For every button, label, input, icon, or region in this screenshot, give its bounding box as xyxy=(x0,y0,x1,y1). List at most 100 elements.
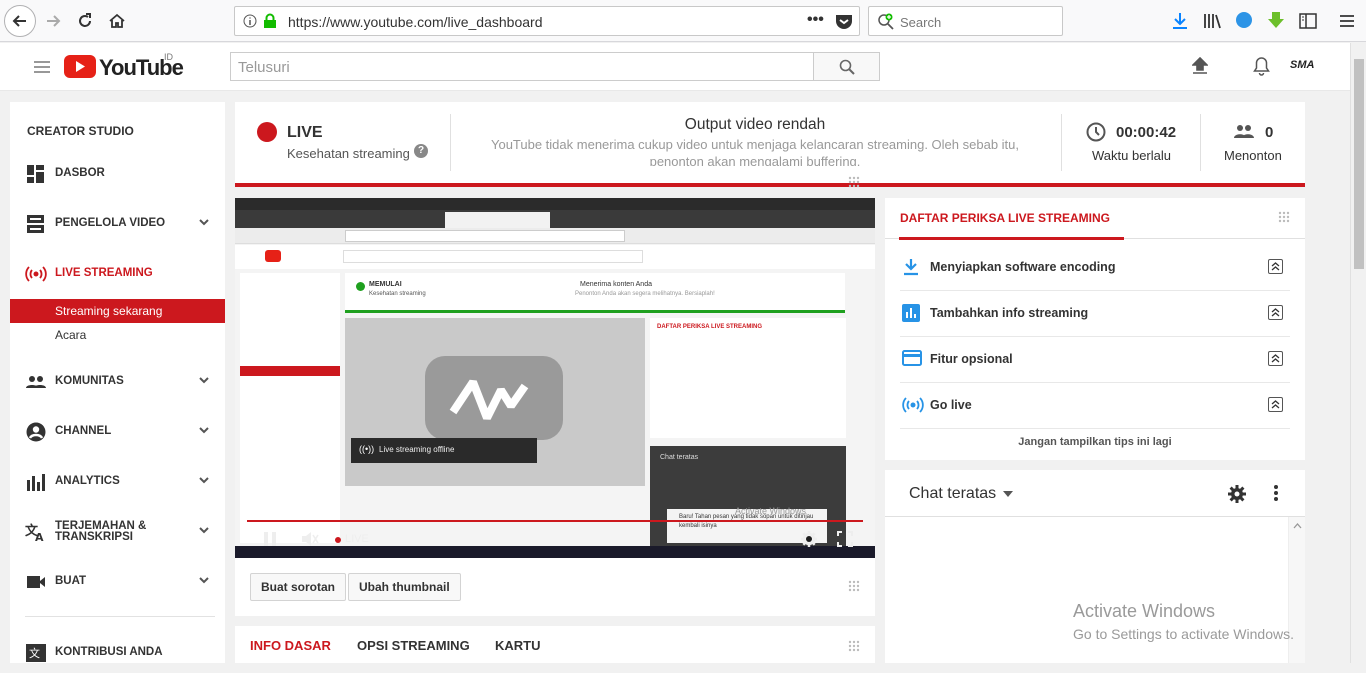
tab-info-dasar[interactable]: INFO DASAR xyxy=(250,638,331,653)
live-indicator xyxy=(257,122,277,142)
hide-tips-link[interactable]: Jangan tampilkan tips ini lagi xyxy=(885,436,1305,448)
expand-toggle-icon[interactable] xyxy=(1268,351,1283,366)
drag-handle-icon[interactable] xyxy=(848,640,860,652)
change-thumbnail-button[interactable]: Ubah thumbnail xyxy=(348,573,461,601)
sidebar-toggle-icon[interactable] xyxy=(1299,12,1317,30)
chevron-down-icon[interactable] xyxy=(198,524,210,536)
inner-chat-title: Chat teratas xyxy=(660,454,699,461)
analytics-icon xyxy=(27,474,45,491)
yt-search-input[interactable]: Telusuri xyxy=(230,52,814,81)
video-preview-player[interactable]: MEMULAI Kesehatan streaming Menerima kon… xyxy=(235,198,875,558)
sidebar-subitem-events[interactable]: Acara xyxy=(10,323,225,347)
menu-icon[interactable] xyxy=(1339,13,1355,29)
extension-icon[interactable] xyxy=(1236,12,1252,28)
drag-handle-icon[interactable] xyxy=(848,176,860,188)
hamburger-icon[interactable] xyxy=(34,60,50,74)
page-actions-icon[interactable]: ••• xyxy=(807,11,824,29)
chevron-down-icon[interactable] xyxy=(198,424,210,436)
sidebar-item-label: TERJEMAHAN & TRANSKRIPSI xyxy=(55,520,147,543)
inner-checklist-title: DAFTAR PERIKSA LIVE STREAMING xyxy=(657,324,763,330)
checklist-item-optional-features[interactable]: Fitur opsional xyxy=(900,337,1290,383)
pause-icon[interactable] xyxy=(263,531,277,547)
inner-health-label: Kesehatan streaming xyxy=(369,291,426,297)
drag-handle-icon[interactable] xyxy=(848,580,860,592)
upload-icon[interactable] xyxy=(1192,57,1208,75)
checklist-item-stream-info[interactable]: Tambahkan info streaming xyxy=(900,291,1290,337)
checklist-item-go-live[interactable]: Go live xyxy=(900,383,1290,429)
tab-kartu[interactable]: KARTU xyxy=(495,638,541,653)
chevron-down-icon[interactable] xyxy=(198,574,210,586)
browser-search-bar[interactable]: Search xyxy=(868,6,1063,36)
expand-toggle-icon[interactable] xyxy=(1268,259,1283,274)
home-button[interactable] xyxy=(101,5,133,37)
inner-output-title: Menerima konten Anda xyxy=(580,281,652,288)
sidebar-item-channel[interactable]: CHANNEL xyxy=(10,412,225,452)
checklist-item-label: Fitur opsional xyxy=(930,352,1013,366)
more-vert-icon[interactable] xyxy=(1273,484,1279,502)
yt-search-button[interactable] xyxy=(813,52,880,81)
sidebar-item-terjemahan[interactable]: 文A TERJEMAHAN & TRANSKRIPSI xyxy=(10,512,225,552)
sidebar-item-live-streaming[interactable]: LIVE STREAMING xyxy=(10,254,225,294)
divider xyxy=(1200,114,1201,171)
url-text: https://www.youtube.com/live_dashboard xyxy=(288,14,543,30)
live-broadcast-icon xyxy=(902,397,924,413)
pocket-icon[interactable] xyxy=(835,13,853,30)
drag-handle-icon[interactable] xyxy=(1278,211,1290,223)
back-button[interactable] xyxy=(4,5,36,37)
windows-activation-subtitle: Go to Settings to activate Windows. xyxy=(1073,626,1294,642)
sidebar-item-komunitas[interactable]: KOMUNITAS xyxy=(10,362,225,402)
sidebar-item-label: BUAT xyxy=(55,575,87,587)
download-icon[interactable] xyxy=(1171,12,1189,30)
player-progress-bar[interactable] xyxy=(247,520,863,522)
create-highlight-button[interactable]: Buat sorotan xyxy=(250,573,347,601)
inner-taskbar xyxy=(235,546,875,558)
browser-toolbar: https://www.youtube.com/live_dashboard •… xyxy=(0,0,1366,42)
scrollbar-thumb[interactable] xyxy=(1354,59,1364,269)
checklist-item-encoding[interactable]: Menyiapkan software encoding xyxy=(900,245,1290,291)
creator-studio-sidebar: CREATOR STUDIO DASBOR PENGELOLA VIDEO LI… xyxy=(10,102,225,663)
reload-icon xyxy=(79,13,91,27)
elapsed-time-value: 00:00:42 xyxy=(1116,124,1177,141)
chevron-down-icon[interactable] xyxy=(198,474,210,486)
expand-toggle-icon[interactable] xyxy=(1268,305,1283,320)
download-helper-icon[interactable] xyxy=(1267,11,1285,29)
help-icon[interactable]: ? xyxy=(414,144,428,158)
credit-card-icon xyxy=(902,350,922,366)
youtube-header: YouTube ID Telusuri SMA xyxy=(0,43,1350,91)
sidebar-subitem-streaming-now[interactable]: Streaming sekarang xyxy=(10,299,225,323)
library-icon[interactable] xyxy=(1203,12,1221,30)
community-icon xyxy=(26,376,46,388)
inner-screen: MEMULAI Kesehatan streaming Menerima kon… xyxy=(235,228,875,546)
chevron-down-icon[interactable] xyxy=(198,374,210,386)
chat-mode-dropdown[interactable]: Chat teratas xyxy=(909,485,996,503)
fullscreen-icon[interactable] xyxy=(837,531,853,547)
sidebar-item-analytics[interactable]: ANALYTICS xyxy=(10,462,225,502)
url-bar[interactable]: https://www.youtube.com/live_dashboard •… xyxy=(234,6,860,36)
sidebar-item-kontribusi[interactable]: 文 KONTRIBUSI ANDA xyxy=(10,633,225,673)
settings-gear-icon[interactable] xyxy=(800,530,818,548)
forward-button[interactable] xyxy=(37,5,69,37)
dropdown-arrow-icon[interactable] xyxy=(1003,490,1013,498)
youtube-logo[interactable]: YouTube ID xyxy=(64,52,184,83)
inner-menu-bar xyxy=(235,198,875,210)
notification-bell-icon[interactable] xyxy=(1253,57,1270,76)
sidebar-item-buat[interactable]: BUAT xyxy=(10,562,225,602)
live-streaming-checklist: DAFTAR PERIKSA LIVE STREAMING Menyiapkan… xyxy=(885,198,1305,460)
region-label: ID xyxy=(164,52,173,62)
sidebar-divider xyxy=(25,616,215,617)
sidebar-item-dasbor[interactable]: DASBOR xyxy=(10,154,225,194)
avatar[interactable]: SMA xyxy=(1290,59,1314,71)
sidebar-item-label: DASBOR xyxy=(55,167,105,179)
page-scrollbar[interactable] xyxy=(1350,43,1366,663)
clock-icon xyxy=(1086,122,1106,142)
divider xyxy=(450,114,451,171)
tab-opsi-streaming[interactable]: OPSI STREAMING xyxy=(357,638,470,653)
chevron-down-icon[interactable] xyxy=(198,216,210,228)
browser-search-placeholder: Search xyxy=(900,15,942,30)
mute-icon[interactable] xyxy=(301,531,319,547)
output-warning-title: Output video rendah xyxy=(684,116,826,133)
reload-button[interactable] xyxy=(69,5,101,37)
sidebar-item-pengelola-video[interactable]: PENGELOLA VIDEO xyxy=(10,204,225,244)
settings-gear-icon[interactable] xyxy=(1227,484,1247,504)
expand-toggle-icon[interactable] xyxy=(1268,397,1283,412)
